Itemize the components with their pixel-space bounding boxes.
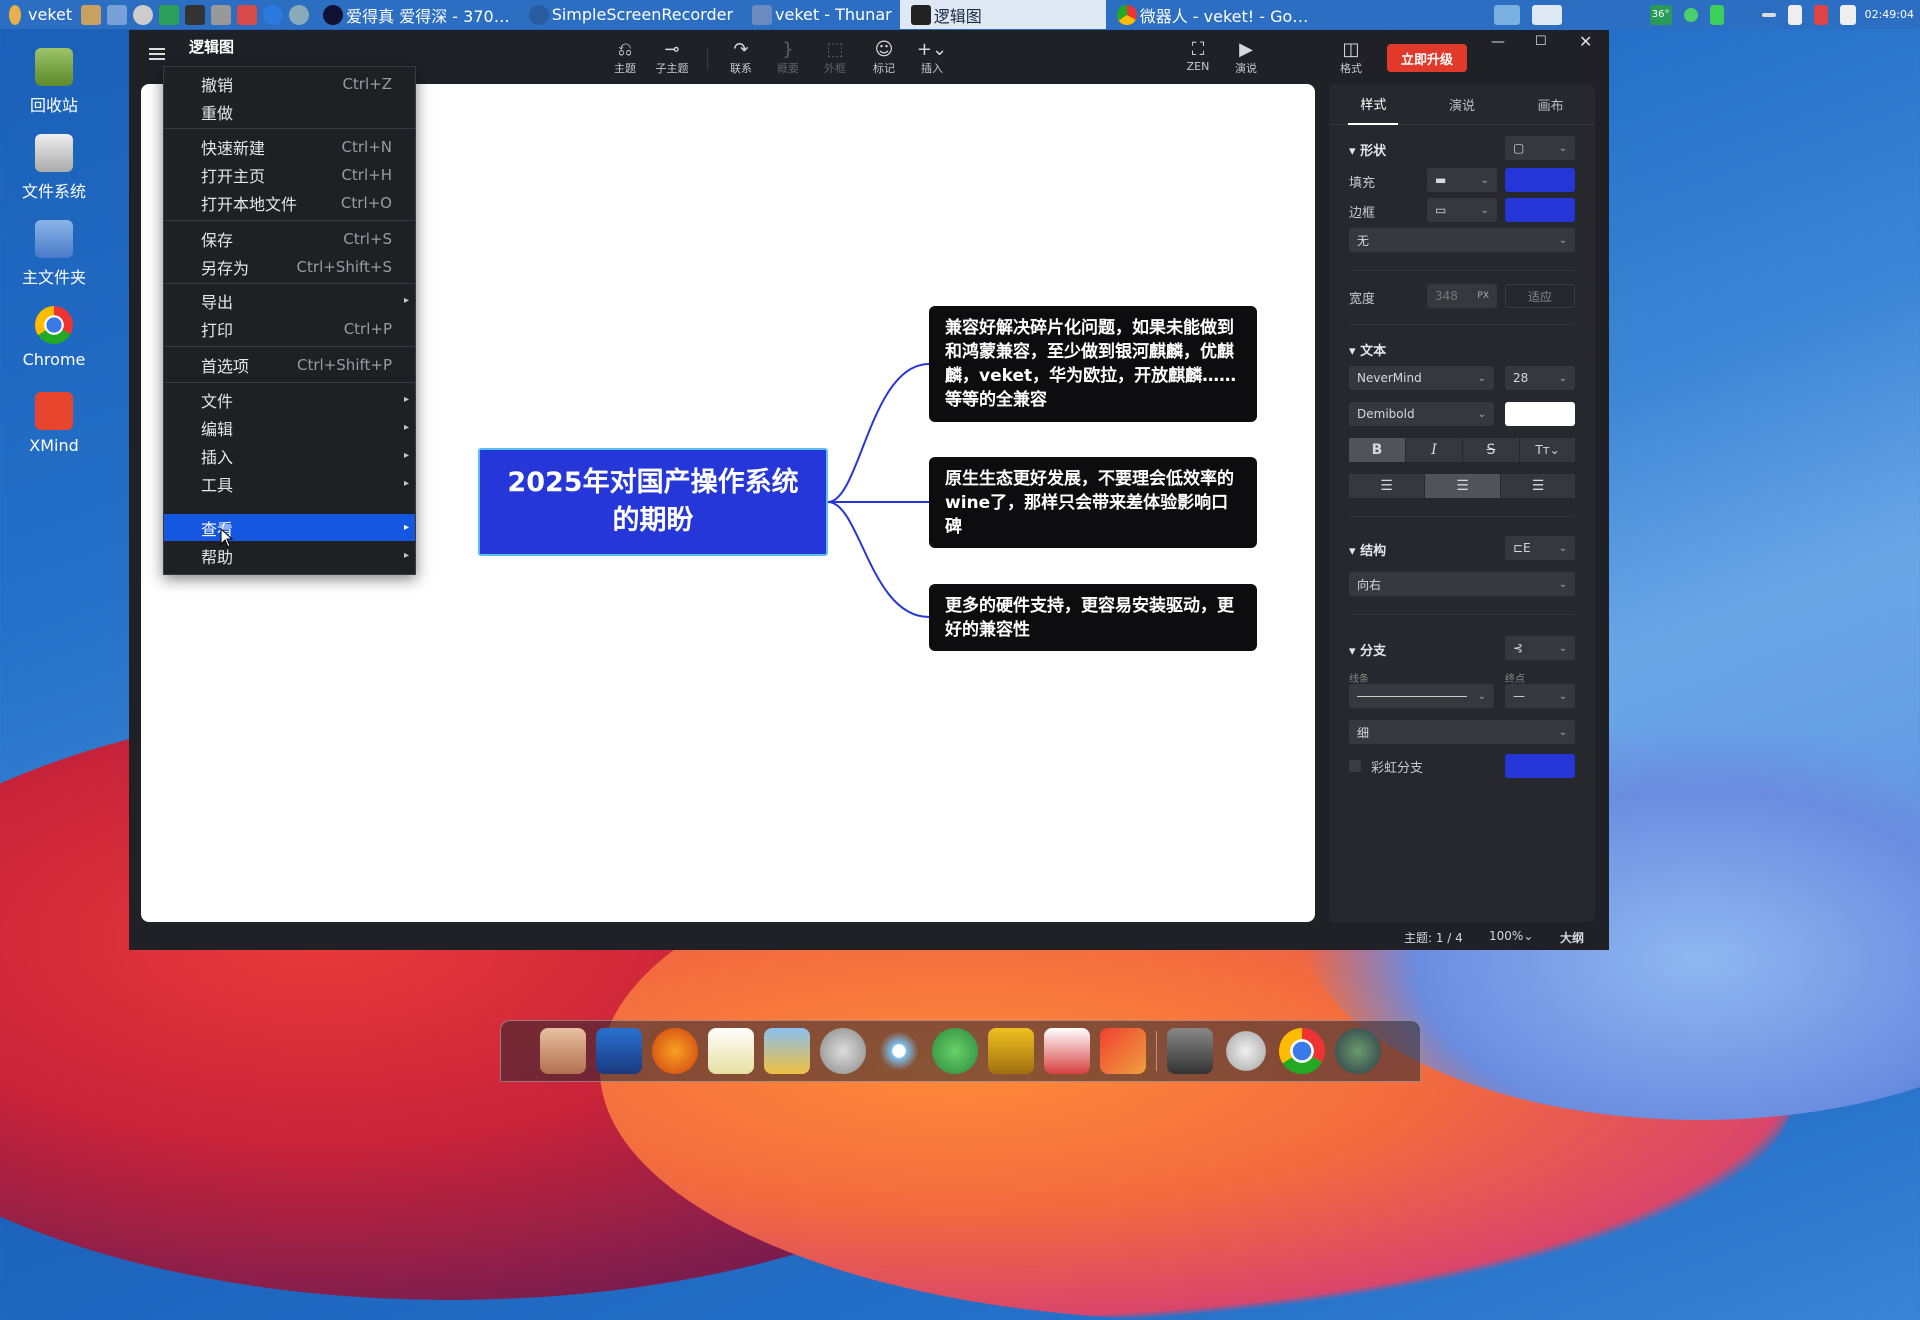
disc-icon[interactable] (820, 1028, 866, 1074)
menu-item-tools[interactable]: 工具 ▸ (164, 470, 415, 497)
dock (500, 1020, 1421, 1082)
menu-item-label: 打开本地文件 (201, 194, 298, 214)
subtopic-node[interactable]: 原生生态更好发展，不要理会低效率的wine了，那样只会带来差体验影响口碑 (929, 457, 1257, 548)
menu-shortcut: Ctrl+Shift+S (296, 257, 392, 276)
submenu-arrow-icon: ▸ (403, 295, 409, 306)
menu-item-file[interactable]: 文件 ▸ (164, 386, 415, 413)
menu-item-label: 插入 (201, 447, 234, 467)
menu-item-view[interactable]: 查看 ▸ (164, 514, 415, 541)
menu-item-open-local[interactable]: 打开本地文件 Ctrl+O (164, 189, 415, 216)
drive-dock-icon[interactable] (1167, 1028, 1213, 1074)
submenu-arrow-icon: ▸ (403, 478, 409, 489)
menu-shortcut: Ctrl+N (341, 137, 392, 156)
media-player-icon[interactable] (932, 1028, 978, 1074)
menu-shortcut: Ctrl+S (343, 229, 392, 248)
menu-item-label: 快速新建 (201, 138, 266, 158)
menu-item-label: 文件 (201, 391, 234, 411)
submenu-arrow-icon: ▸ (403, 394, 409, 405)
submenu-arrow-icon: ▸ (403, 422, 409, 433)
branch-line (827, 363, 930, 503)
presentation-icon[interactable] (1044, 1028, 1090, 1074)
menu-item-insert[interactable]: 插入 ▸ (164, 442, 415, 469)
dock-divider (1156, 1031, 1157, 1071)
menu-item-label: 保存 (201, 230, 234, 250)
menu-item-label: 编辑 (201, 419, 234, 439)
central-topic[interactable]: 2025年对国产操作系统的期盼 (478, 448, 828, 556)
menu-item-label: 首选项 (201, 356, 250, 376)
menu-item-label: 工具 (201, 475, 234, 495)
menu-item-quick-new[interactable]: 快速新建 Ctrl+N (164, 133, 415, 160)
menu-item-edit[interactable]: 编辑 ▸ (164, 414, 415, 441)
menu-item-export[interactable]: 导出 ▸ (164, 287, 415, 314)
menu-shortcut: Ctrl+Shift+P (297, 355, 392, 374)
menu-shortcut: Ctrl+O (340, 193, 392, 212)
menu-item-save[interactable]: 保存 Ctrl+S (164, 225, 415, 252)
firefox-icon[interactable] (652, 1028, 698, 1074)
subtopic-node[interactable]: 更多的硬件支持，更容易安装驱动，更好的兼容性 (929, 584, 1257, 651)
menu-item-help[interactable]: 帮助 ▸ (164, 542, 415, 569)
menu-shortcut: Ctrl+P (343, 319, 392, 338)
submenu-arrow-icon: ▸ (403, 522, 409, 533)
menu-shortcut: Ctrl+Z (342, 74, 392, 93)
menu-item-label: 另存为 (201, 258, 250, 278)
main-menu: 撤销 Ctrl+Z 重做 快速新建 Ctrl+N 打开主页 Ctrl+H 打开本地文件… (163, 66, 416, 575)
rocket-icon[interactable] (1100, 1028, 1146, 1074)
atom-icon[interactable] (876, 1028, 922, 1074)
menu-item-save-as[interactable]: 另存为 Ctrl+Shift+S (164, 253, 415, 280)
menu-item-label: 撤销 (201, 75, 234, 95)
app-folder-icon[interactable] (540, 1028, 586, 1074)
chrome-dock-icon[interactable] (1279, 1028, 1325, 1074)
menu-item-preferences[interactable]: 首选项 Ctrl+Shift+P (164, 351, 415, 378)
menu-item-print[interactable]: 打印 Ctrl+P (164, 315, 415, 342)
subtopic-node[interactable]: 兼容好解决碎片化问题，如果未能做到和鸿蒙兼容，至少做到银河麒麟，优麒麟，veke… (929, 306, 1257, 422)
menu-separator (164, 283, 415, 284)
menu-item-redo[interactable]: 重做 (164, 98, 415, 125)
submenu-arrow-icon: ▸ (403, 450, 409, 461)
submenu-arrow-icon: ▸ (403, 550, 409, 561)
settings-gear-icon[interactable] (1223, 1028, 1269, 1074)
menu-separator (164, 382, 415, 383)
mouse-cursor-icon (220, 528, 234, 548)
menu-separator (164, 220, 415, 221)
image-viewer-icon[interactable] (764, 1028, 810, 1074)
book-icon[interactable] (988, 1028, 1034, 1074)
menu-item-label: 导出 (201, 292, 234, 312)
computer-icon[interactable] (596, 1028, 642, 1074)
menu-shortcut: Ctrl+H (341, 165, 392, 184)
menu-item-open-home[interactable]: 打开主页 Ctrl+H (164, 161, 415, 188)
notes-icon[interactable] (708, 1028, 754, 1074)
globe-icon[interactable] (1335, 1028, 1381, 1074)
menu-item-label: 打开主页 (201, 166, 266, 186)
menu-item-label: 重做 (201, 103, 234, 123)
menu-item-undo[interactable]: 撤销 Ctrl+Z (164, 70, 415, 97)
menu-separator (164, 128, 415, 129)
menu-separator (164, 346, 415, 347)
menu-item-label: 打印 (201, 320, 234, 340)
branch-line (827, 501, 930, 618)
